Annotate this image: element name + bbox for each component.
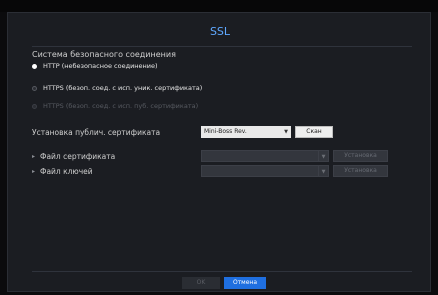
radio-https-public-label: HTTPS (безоп. соед. с исп. пуб. сертифик… xyxy=(43,102,199,110)
key-file-label: Файл ключей xyxy=(40,167,93,176)
cancel-button[interactable]: Отмена xyxy=(224,277,266,289)
cert-file-label: Файл сертификата xyxy=(40,152,116,161)
public-cert-select[interactable]: Mini-Boss Rev. ▼ xyxy=(201,126,291,138)
radio-https-unique[interactable]: HTTPS (безоп. соед. с исп. уник. сертифи… xyxy=(32,82,202,94)
key-install-button: Установка xyxy=(333,165,388,177)
radio-checked-icon[interactable] xyxy=(32,63,37,69)
cert-file-select: ▼ xyxy=(201,150,329,162)
public-cert-select-value: Mini-Boss Rev. xyxy=(204,128,247,135)
radio-https-public: HTTPS (безоп. соед. с исп. пуб. сертифик… xyxy=(32,100,198,112)
install-public-cert-label: Установка публич. сертификата xyxy=(32,128,161,137)
dialog-title: SSL xyxy=(209,25,231,38)
triangle-right-icon: ▸ xyxy=(32,153,36,160)
radio-https-unique-label: HTTPS (безоп. соед. с исп. уник. сертифи… xyxy=(43,84,203,92)
ssl-dialog: SSL Система безопасного соединения HTTP … xyxy=(7,12,431,292)
chevron-down-icon: ▼ xyxy=(318,151,328,161)
radio-http-label: HTTP (небезопасное соединение) xyxy=(43,62,158,70)
footer-divider xyxy=(32,271,412,272)
radio-unchecked-icon[interactable] xyxy=(32,85,37,91)
ok-button: OK xyxy=(182,277,220,289)
chevron-down-icon: ▼ xyxy=(284,129,288,135)
key-file-select: ▼ xyxy=(201,165,329,177)
radio-http[interactable]: HTTP (небезопасное соединение) xyxy=(32,60,158,72)
scan-button[interactable]: Скан xyxy=(295,126,333,138)
secure-connection-label: Система безопасного соединения xyxy=(32,50,176,59)
radio-disabled-icon xyxy=(32,103,37,109)
top-strip xyxy=(0,0,438,12)
cert-install-button: Установка xyxy=(333,150,388,162)
triangle-right-icon: ▸ xyxy=(32,168,36,175)
title-divider xyxy=(32,46,412,47)
chevron-down-icon: ▼ xyxy=(318,166,328,176)
